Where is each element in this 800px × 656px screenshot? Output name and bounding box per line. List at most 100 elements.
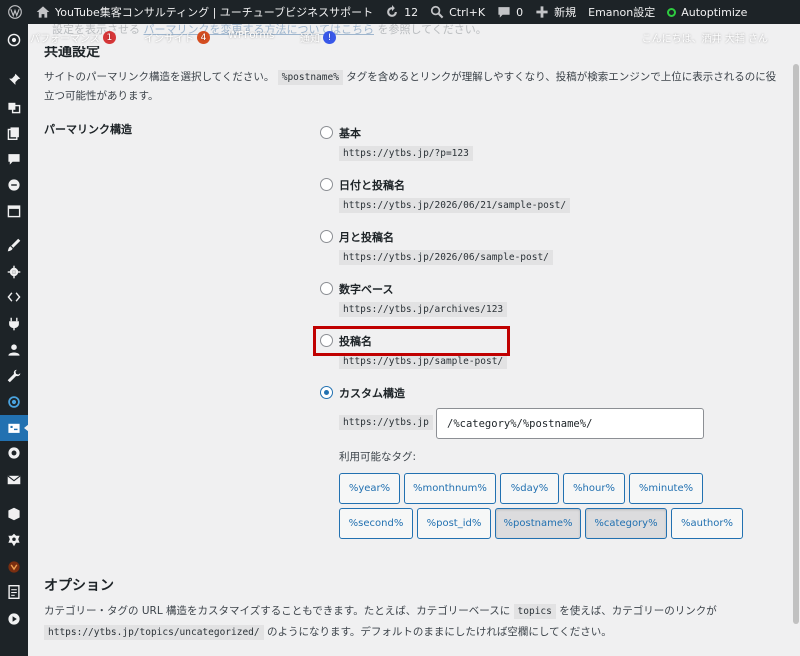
notifications-label: 通知 [300,34,320,45]
postname-code: %postname% [277,70,343,85]
option-numeric-example: https://ytbs.jp/archives/123 [339,302,508,317]
topics-code: topics [513,604,556,619]
insight-badge: 4 [197,31,210,44]
code-brackets-icon[interactable] [6,289,22,305]
custom-structure-input[interactable]: /%category%/%postname%/ [436,408,704,439]
wordpress-icon [8,5,22,19]
wpforms-notice[interactable]: WPForms [228,30,274,41]
optional-line2-post: のようになります。デフォルトのままにしたければ空欄にしてください。 [266,626,612,638]
tag-day-button[interactable]: %day% [500,473,559,504]
tag-category-button[interactable]: %category% [585,508,667,539]
page-scrollbar[interactable] [792,24,800,656]
pages-icon[interactable] [6,125,22,141]
settings-gear-icon[interactable] [6,264,22,280]
comment-icon [497,5,511,19]
settings-active-item[interactable] [0,415,29,441]
site-name-menu[interactable]: YouTube集客コンサルティング | ユーチューブビジネスサポート [30,0,379,24]
wp-logo-menu[interactable] [0,0,30,24]
comments-count: 0 [516,5,524,19]
common-settings-description: サイトのパーマリンク構造を選択してください。 %postname% タグを含める… [44,68,784,106]
radio-day-name[interactable] [320,178,333,191]
option-plain-example: https://ytbs.jp/?p=123 [339,146,473,161]
badge-gear-icon[interactable] [6,532,22,548]
option-plain-label[interactable]: 基本 [339,125,361,141]
option-custom-label[interactable]: カスタム構造 [339,385,405,401]
command-palette-menu[interactable]: Ctrl+K [424,0,491,24]
updates-count: 12 [404,5,419,19]
tag-minute-button[interactable]: %minute% [629,473,703,504]
admin-sidebar [0,24,29,656]
option-day-name-label[interactable]: 日付と投稿名 [339,177,405,193]
radio-month-name[interactable] [320,230,333,243]
theme-settings-menu[interactable]: Emanon設定 [582,0,661,24]
shield-brand-icon[interactable] [6,559,22,575]
option-post-name-example: https://ytbs.jp/sample-post/ [339,354,508,369]
optional-heading: オプション [44,578,114,594]
insight-notice[interactable]: インサイト 4 [144,30,210,45]
media-icon[interactable] [6,99,22,115]
settings-sliders-icon [6,420,22,436]
performance-notice[interactable]: パフォーマンス 1 [30,30,116,45]
document-list-icon[interactable] [6,584,22,600]
analytics-swirl-icon[interactable] [6,394,22,410]
performance-badge: 1 [102,31,116,44]
appearance-brush-icon[interactable] [6,237,22,253]
tag-hour-button[interactable]: %hour% [563,473,625,504]
tag-second-button[interactable]: %second% [339,508,413,539]
tag-post-id-button[interactable]: %post_id% [417,508,491,539]
seo-gear-icon[interactable] [6,445,22,461]
shortcut-label: Ctrl+K [449,5,486,19]
status-dot-icon [667,7,677,17]
topics-example-code: https://ytbs.jp/topics/uncategorized/ [44,625,264,640]
autoptimize-label: Autoptimize [681,5,748,19]
option-month-name-label[interactable]: 月と投稿名 [339,229,394,245]
radio-custom[interactable] [320,386,333,399]
autoptimize-menu[interactable]: Autoptimize [661,0,753,24]
custom-structure-prefix: https://ytbs.jp [339,415,433,430]
posts-pin-icon[interactable] [6,72,22,88]
faded-suffix: を参照してください。 [377,24,487,36]
tag-author-button[interactable]: %author% [671,508,743,539]
scrollbar-thumb[interactable] [793,64,799,624]
mail-send-icon[interactable] [6,472,22,488]
radio-plain[interactable] [320,126,333,139]
home-icon [36,5,50,19]
cube-icon[interactable] [6,506,22,522]
plugins-icon[interactable] [6,316,22,332]
optional-line1-pre: カテゴリー・タグの URL 構造をカスタマイズすることもできます。たとえば、カテ… [44,605,511,617]
admin-bar: YouTube集客コンサルティング | ユーチューブビジネスサポート 12 Ct… [0,0,800,24]
comments-icon[interactable] [6,151,22,167]
option-month-name-example: https://ytbs.jp/2026/06/sample-post/ [339,250,553,265]
tag-monthnum-button[interactable]: %monthnum% [404,473,496,504]
option-day-name-example: https://ytbs.jp/2026/06/21/sample-post/ [339,198,571,213]
theme-settings-label: Emanon設定 [588,6,656,19]
collapse-logo-icon[interactable] [6,32,22,48]
comments-menu[interactable]: 0 [491,0,529,24]
forms-icon[interactable] [6,177,22,193]
user-greeting[interactable]: こんにちは、酒井 大輔 さん [642,30,768,45]
new-label: 新規 [554,6,577,19]
updates-icon [385,5,399,19]
notifications-notice[interactable]: 通知 ! [300,30,336,45]
calendar-icon[interactable] [6,203,22,219]
play-circle-icon[interactable] [6,611,22,627]
optional-line1-post: を使えば、カテゴリーのリンクが [559,605,717,617]
permalink-settings-main: 共通設定 サイトのパーマリンク構造を選択してください。 %postname% タ… [28,24,792,656]
performance-label: パフォーマンス [30,34,100,45]
tag-year-button[interactable]: %year% [339,473,400,504]
updates-menu[interactable]: 12 [379,0,424,24]
option-numeric-label[interactable]: 数字ベース [339,281,393,297]
users-icon[interactable] [6,342,22,358]
plugin-notice-strip: 設定を表示させる パーマリンクを変更する方法についてはこちら を参照してください… [28,24,792,46]
available-tags-label: 利用可能なタグ: [339,451,417,463]
tag-postname-button[interactable]: %postname% [495,508,581,539]
radio-numeric[interactable] [320,282,333,295]
search-icon [430,5,444,19]
tools-wrench-icon[interactable] [6,368,22,384]
insight-label: インサイト [144,34,194,45]
plus-icon [535,5,549,19]
description-pre: サイトのパーマリンク構造を選択してください。 [44,71,275,83]
wpforms-label: WPForms [228,30,275,41]
new-content-menu[interactable]: 新規 [529,0,582,24]
notifications-badge: ! [323,31,336,44]
